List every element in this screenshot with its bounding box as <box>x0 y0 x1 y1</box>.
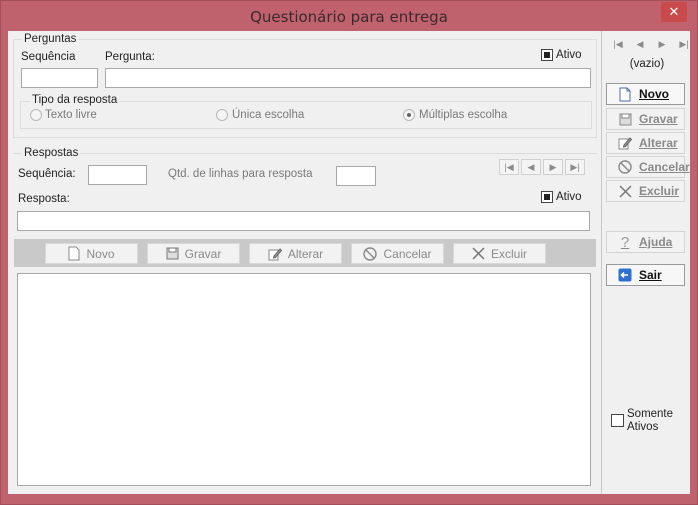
excluir-label: Excluir <box>639 184 680 198</box>
exit-icon <box>617 267 633 283</box>
radio-texto-livre-label: Texto livre <box>45 109 97 121</box>
resposta-alterar-label: Alterar <box>287 246 324 261</box>
client-area: Perguntas Sequência Pergunta: Ativo Tipo… <box>8 31 690 494</box>
radio-texto-livre[interactable] <box>30 109 42 121</box>
record-navigator: |◀ ◀ ▶ ▶| <box>607 37 695 53</box>
radio-unica-escolha[interactable] <box>216 109 228 121</box>
save-icon <box>166 247 179 260</box>
next-icon[interactable]: ▶ <box>543 159 563 175</box>
record-status: (vazio) <box>629 58 665 70</box>
resposta-ativo-checkbox[interactable] <box>541 191 553 203</box>
resposta-novo-button[interactable]: Novo <box>45 243 138 264</box>
alterar-button[interactable]: Alterar <box>606 132 685 154</box>
cancelar-button[interactable]: Cancelar <box>606 156 690 178</box>
resposta-excluir-label: Excluir <box>490 246 527 261</box>
dialog-window: Questionário para entrega ✕ Perguntas Se… <box>0 0 698 505</box>
new-document-icon <box>68 246 80 261</box>
save-icon <box>617 111 633 127</box>
resposta-sequencia-input[interactable] <box>88 165 147 185</box>
pergunta-ativo-checkbox[interactable] <box>541 49 553 61</box>
resposta-label: Resposta: <box>18 193 70 205</box>
gravar-label: Gravar <box>639 112 678 126</box>
first-icon[interactable]: |◀ <box>499 159 519 175</box>
window-title: Questionário para entrega <box>250 8 448 26</box>
perguntas-legend: Perguntas <box>22 33 79 45</box>
last-icon[interactable]: ▶| <box>565 159 585 175</box>
edit-icon <box>268 247 282 260</box>
sair-label: Sair <box>639 268 662 282</box>
delete-icon <box>617 183 633 199</box>
cancelar-label: Cancelar <box>639 160 690 174</box>
side-panel: |◀ ◀ ▶ ▶| (vazio) Novo Gravar Alterar Ca… <box>604 31 690 494</box>
pergunta-label: Pergunta: <box>105 51 155 63</box>
pergunta-ativo-label: Ativo <box>556 49 582 61</box>
resposta-input[interactable] <box>17 211 590 231</box>
resposta-excluir-button[interactable]: Excluir <box>453 243 546 264</box>
resposta-ativo-label: Ativo <box>556 191 582 203</box>
delete-icon <box>472 247 485 260</box>
close-icon[interactable]: ✕ <box>661 2 687 22</box>
prev-icon[interactable]: ◀ <box>629 37 651 53</box>
respostas-record-navigator: |◀ ◀ ▶ ▶| <box>499 159 585 175</box>
qtd-linhas-input[interactable] <box>336 166 376 186</box>
resposta-cancelar-button[interactable]: Cancelar <box>351 243 444 264</box>
novo-label: Novo <box>639 87 669 101</box>
gravar-button[interactable]: Gravar <box>606 108 685 130</box>
novo-button[interactable]: Novo <box>606 83 685 105</box>
cancel-icon <box>617 159 633 175</box>
respostas-legend: Respostas <box>22 147 81 159</box>
tipo-resposta-legend: Tipo da resposta <box>30 94 120 106</box>
resposta-alterar-button[interactable]: Alterar <box>249 243 342 264</box>
cancel-icon <box>363 246 378 261</box>
alterar-label: Alterar <box>639 136 678 150</box>
last-icon[interactable]: ▶| <box>673 37 695 53</box>
respostas-list[interactable] <box>17 273 591 486</box>
new-document-icon <box>617 86 633 102</box>
radio-multiplas-escolha[interactable] <box>403 109 415 121</box>
next-icon[interactable]: ▶ <box>651 37 673 53</box>
resposta-cancelar-label: Cancelar <box>383 246 432 261</box>
radio-multiplas-escolha-label: Múltiplas escolha <box>419 109 508 121</box>
radio-unica-escolha-label: Única escolha <box>232 109 305 121</box>
edit-icon <box>617 135 633 151</box>
excluir-button[interactable]: Excluir <box>606 180 685 202</box>
ajuda-label: Ajuda <box>639 235 673 249</box>
qtd-linhas-label: Qtd. de linhas para resposta <box>168 168 313 180</box>
prev-icon[interactable]: ◀ <box>521 159 541 175</box>
title-bar[interactable]: Questionário para entrega ✕ <box>1 1 697 31</box>
respostas-toolbar: Novo Gravar Alterar Cancelar Excluir <box>14 239 596 267</box>
main-panel: Perguntas Sequência Pergunta: Ativo Tipo… <box>8 31 602 494</box>
ajuda-button[interactable]: ? Ajuda <box>606 231 685 253</box>
respostas-separator <box>13 153 597 154</box>
pergunta-sequencia-input[interactable] <box>21 68 98 88</box>
pergunta-sequencia-label: Sequência <box>21 51 76 63</box>
first-icon[interactable]: |◀ <box>607 37 629 53</box>
somente-ativos-label: Somente Ativos <box>627 408 674 433</box>
somente-ativos-checkbox[interactable] <box>611 414 624 427</box>
resposta-gravar-label: Gravar <box>184 246 222 261</box>
pergunta-input[interactable] <box>105 68 591 88</box>
sair-button[interactable]: Sair <box>606 264 685 286</box>
resposta-gravar-button[interactable]: Gravar <box>147 243 240 264</box>
help-icon: ? <box>620 233 630 251</box>
resposta-novo-label: Novo <box>86 246 115 261</box>
resposta-sequencia-label: Sequência: <box>18 168 76 180</box>
